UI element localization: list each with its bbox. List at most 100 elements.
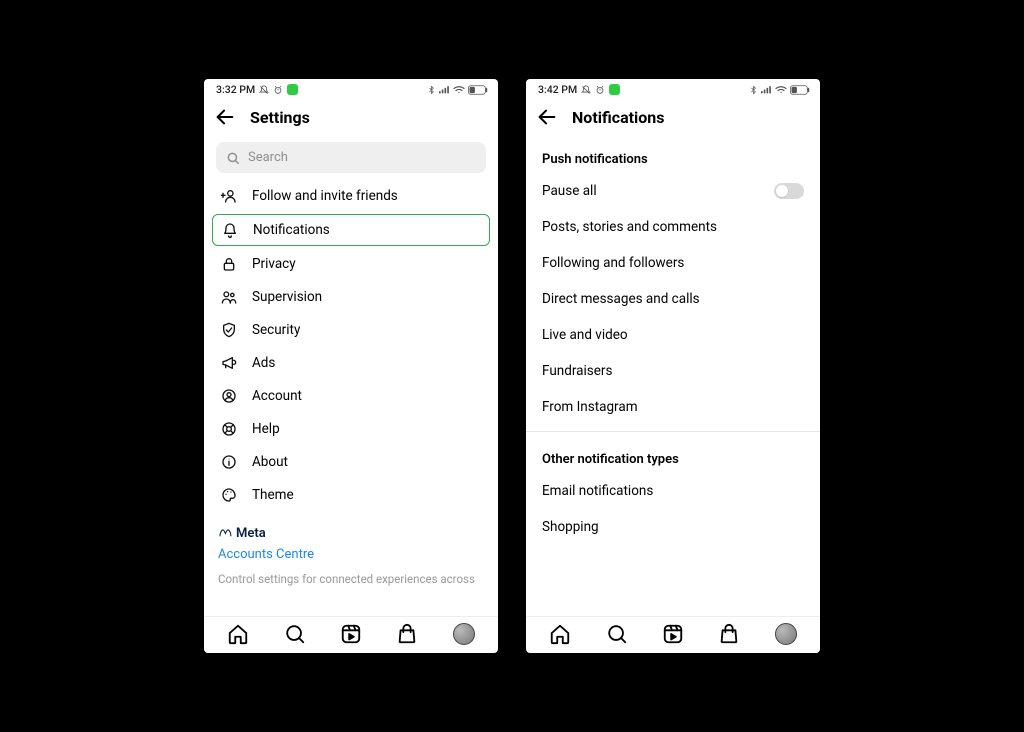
signal-icon <box>761 85 772 94</box>
status-bar: 3:32 PM <box>204 79 498 98</box>
dnd-icon <box>259 85 269 95</box>
settings-item-label: Supervision <box>252 289 322 305</box>
profile-avatar[interactable] <box>775 623 797 645</box>
settings-item-privacy[interactable]: Privacy <box>204 248 498 280</box>
status-time: 3:42 PM <box>538 83 577 96</box>
settings-item-label: Help <box>252 421 280 437</box>
meta-branding: Meta <box>204 512 498 543</box>
settings-item-theme[interactable]: Theme <box>204 479 498 511</box>
meta-label: Meta <box>236 526 266 541</box>
palette-icon <box>218 487 240 503</box>
notif-label: From Instagram <box>542 399 638 415</box>
notifications-screen: 3:42 PM Notifications Push notifications… <box>526 79 820 653</box>
settings-item-label: Follow and invite friends <box>252 188 398 204</box>
notif-item[interactable]: Following and followers <box>526 245 820 281</box>
pause-all-row[interactable]: Pause all <box>526 173 820 209</box>
settings-item-security[interactable]: Security <box>204 314 498 346</box>
notif-item[interactable]: Live and video <box>526 317 820 353</box>
notif-label: Fundraisers <box>542 363 612 379</box>
shop-icon[interactable] <box>396 623 418 645</box>
settings-item-label: Privacy <box>252 256 296 272</box>
reels-icon[interactable] <box>340 623 362 645</box>
app-indicator-icon <box>609 84 620 95</box>
search-nav-icon[interactable] <box>606 623 628 645</box>
search-nav-icon[interactable] <box>284 623 306 645</box>
wifi-icon <box>453 85 465 94</box>
notifications-list: Push notifications Pause all Posts, stor… <box>526 138 820 616</box>
bell-icon <box>219 222 241 238</box>
shield-icon <box>218 322 240 338</box>
section-header-push: Push notifications <box>526 138 820 173</box>
reels-icon[interactable] <box>662 623 684 645</box>
notif-item[interactable]: Shopping <box>526 509 820 545</box>
notif-label: Following and followers <box>542 255 684 271</box>
alarm-icon <box>273 85 283 95</box>
help-icon <box>218 421 240 437</box>
notif-label: Posts, stories and comments <box>542 219 717 235</box>
back-icon[interactable] <box>214 106 236 128</box>
notif-label: Shopping <box>542 519 599 535</box>
settings-item-label: Security <box>252 322 300 338</box>
search-icon <box>226 151 240 165</box>
bluetooth-icon <box>427 85 436 95</box>
info-icon <box>218 454 240 470</box>
wifi-icon <box>775 85 787 94</box>
pause-all-label: Pause all <box>542 183 597 199</box>
notif-item[interactable]: Direct messages and calls <box>526 281 820 317</box>
page-title: Settings <box>250 108 310 127</box>
settings-item-help[interactable]: Help <box>204 413 498 445</box>
megaphone-icon <box>218 355 240 371</box>
notif-item[interactable]: Fundraisers <box>526 353 820 389</box>
meta-icon <box>218 527 232 541</box>
back-icon[interactable] <box>536 106 558 128</box>
home-icon[interactable] <box>227 623 249 645</box>
bottom-nav <box>526 616 820 653</box>
notif-item[interactable]: From Instagram <box>526 389 820 425</box>
page-title: Notifications <box>572 108 665 127</box>
user-plus-icon <box>218 188 240 204</box>
dnd-icon <box>581 85 591 95</box>
notif-label: Direct messages and calls <box>542 291 700 307</box>
settings-item-notifications[interactable]: Notifications <box>212 214 490 246</box>
notif-label: Email notifications <box>542 483 653 499</box>
shop-icon[interactable] <box>718 623 740 645</box>
notif-label: Live and video <box>542 327 628 343</box>
settings-item-label: Account <box>252 388 302 404</box>
status-time: 3:32 PM <box>216 83 255 96</box>
battery-icon <box>790 85 810 95</box>
notif-item[interactable]: Posts, stories and comments <box>526 209 820 245</box>
bottom-nav <box>204 616 498 653</box>
accounts-centre-link[interactable]: Accounts Centre <box>204 543 498 566</box>
settings-list: Follow and invite friends Notifications … <box>204 179 498 616</box>
header: Settings <box>204 98 498 138</box>
settings-screen: 3:32 PM Settings Search Follow and invit… <box>204 79 498 653</box>
battery-icon <box>468 85 488 95</box>
lock-icon <box>218 256 240 272</box>
account-icon <box>218 388 240 404</box>
settings-item-supervision[interactable]: Supervision <box>204 281 498 313</box>
signal-icon <box>439 85 450 94</box>
settings-item-label: About <box>252 454 288 470</box>
search-input[interactable]: Search <box>216 142 486 173</box>
header: Notifications <box>526 98 820 138</box>
profile-avatar[interactable] <box>453 623 475 645</box>
supervision-icon <box>218 289 240 305</box>
alarm-icon <box>595 85 605 95</box>
settings-item-account[interactable]: Account <box>204 380 498 412</box>
divider <box>526 431 820 432</box>
settings-item-label: Theme <box>252 487 294 503</box>
search-placeholder: Search <box>248 150 288 165</box>
bluetooth-icon <box>749 85 758 95</box>
pause-all-toggle[interactable] <box>774 183 804 199</box>
notif-item[interactable]: Email notifications <box>526 473 820 509</box>
settings-item-label: Notifications <box>253 222 330 238</box>
home-icon[interactable] <box>549 623 571 645</box>
settings-item-label: Ads <box>252 355 275 371</box>
settings-item-about[interactable]: About <box>204 446 498 478</box>
section-header-other: Other notification types <box>526 438 820 473</box>
status-bar: 3:42 PM <box>526 79 820 98</box>
settings-item-ads[interactable]: Ads <box>204 347 498 379</box>
footnote-text: Control settings for connected experienc… <box>204 566 498 588</box>
settings-item-follow-invite[interactable]: Follow and invite friends <box>204 180 498 212</box>
app-indicator-icon <box>287 84 298 95</box>
